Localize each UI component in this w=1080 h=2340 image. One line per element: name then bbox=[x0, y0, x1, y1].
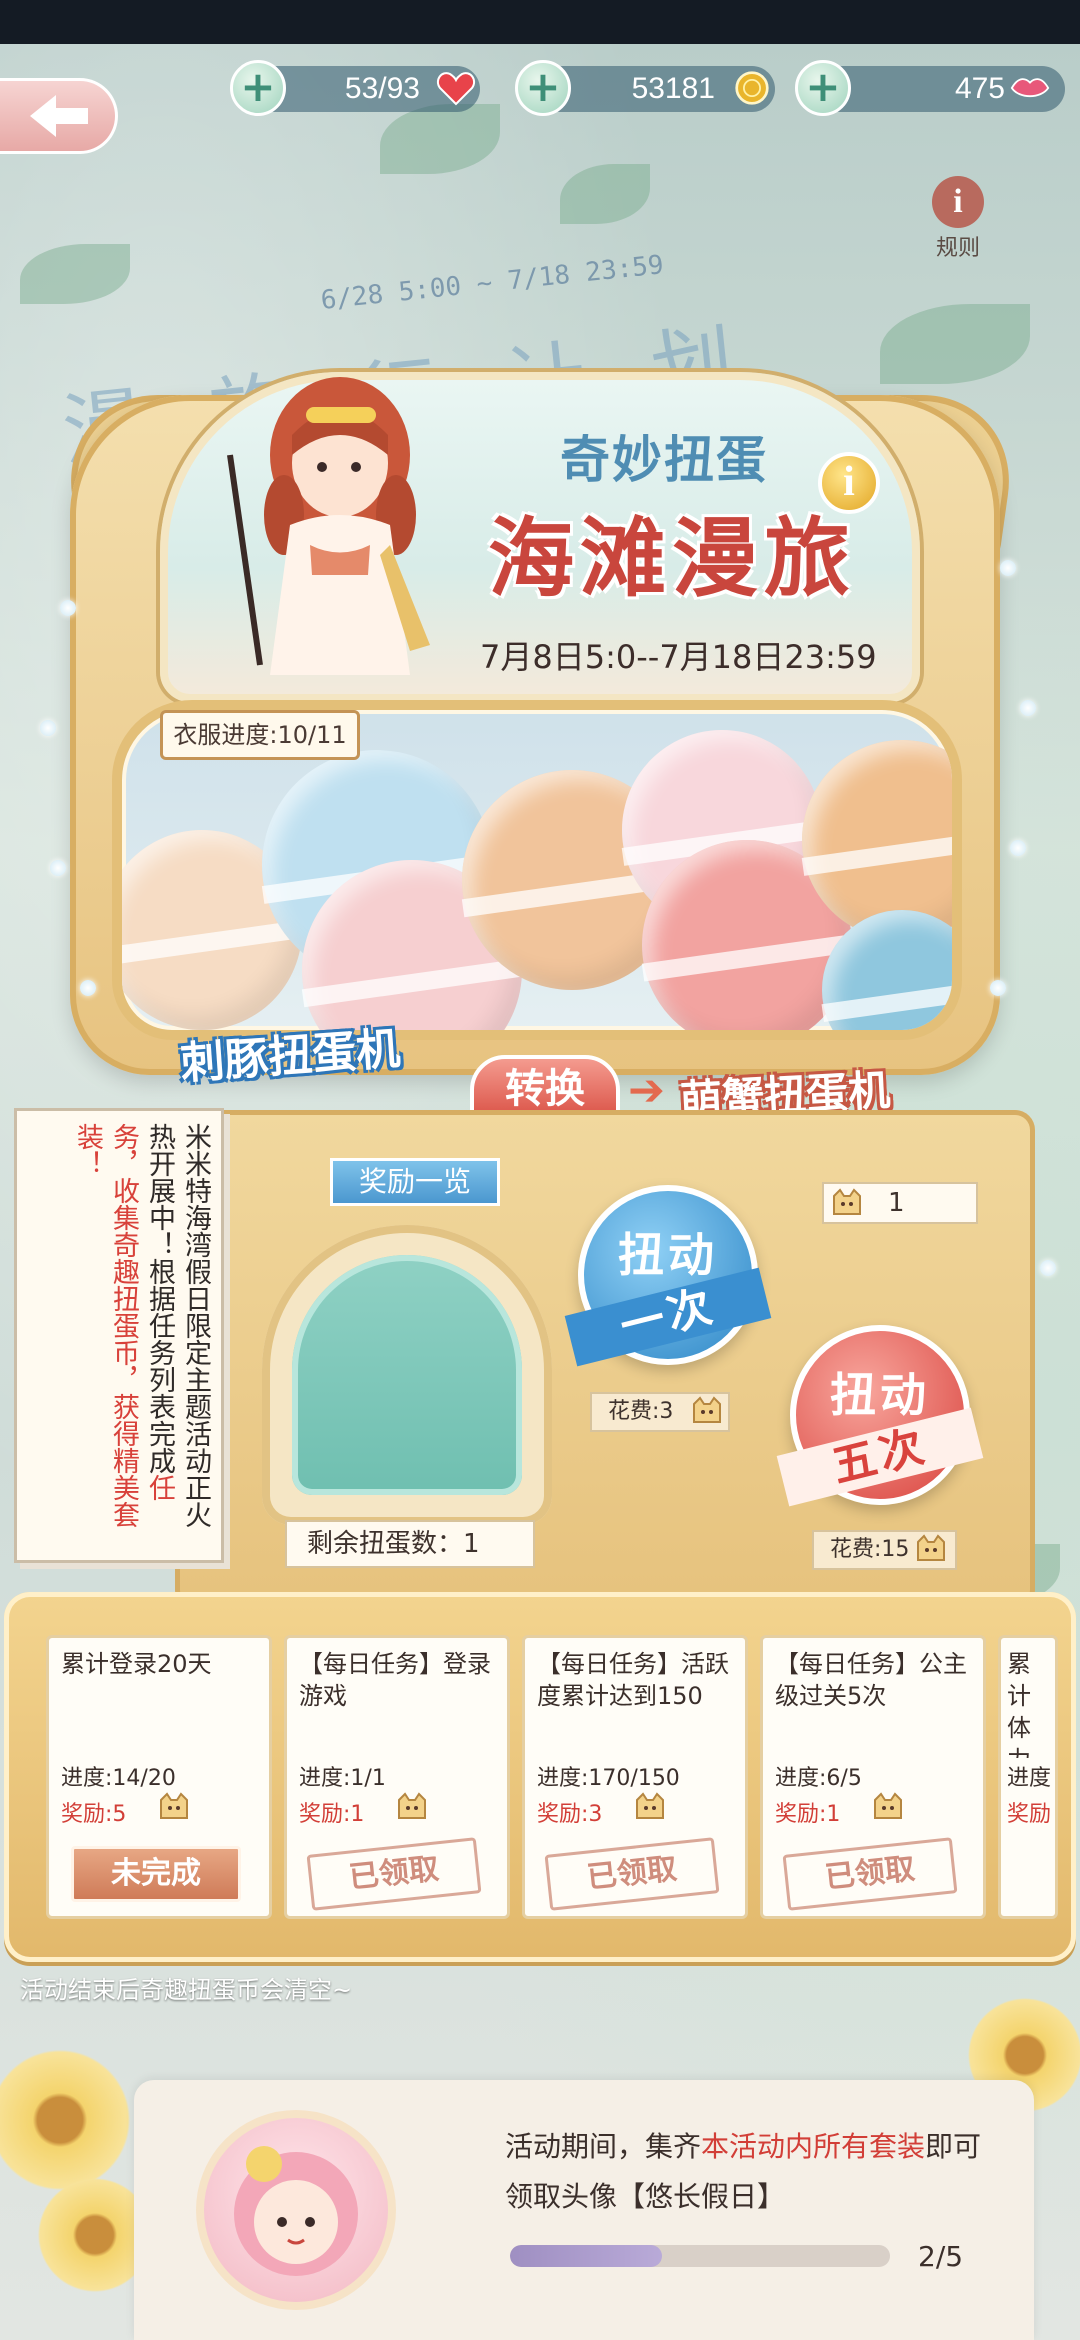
collection-text-before: 活动期间，集齐 bbox=[505, 2130, 702, 2163]
resource-bar: 53/93 + 53181 + 475 + bbox=[230, 60, 1070, 116]
task-reward: 奖励 bbox=[1007, 1802, 1052, 1827]
task-reward-text: 奖励:3 bbox=[537, 1802, 603, 1827]
gacha-coin-icon bbox=[917, 1534, 945, 1561]
task-reward-text: 奖励:1 bbox=[299, 1802, 365, 1827]
task-title: 【每日任务】公主级过关5次 bbox=[775, 1650, 967, 1710]
light-dot bbox=[990, 980, 1006, 996]
collection-progress-count: 2/5 bbox=[918, 2240, 964, 2273]
capsule-output-window bbox=[292, 1255, 522, 1495]
footer-note: 活动结束后奇趣扭蛋币会清空~ bbox=[20, 1976, 353, 2004]
task-card: 【每日任务】公主级过关5次 进度:6/5 奖励:1 已领取 bbox=[760, 1635, 986, 1919]
task-title: 累计体力 bbox=[1007, 1650, 1031, 1758]
spin-five-cost-text: 花费:15 bbox=[830, 1537, 910, 1562]
task-status-button[interactable]: 未完成 bbox=[71, 1846, 241, 1902]
outfit-progress-tag: 衣服进度:10/11 bbox=[160, 710, 360, 760]
collection-text-after: 即可 bbox=[925, 2130, 982, 2163]
light-dot bbox=[1010, 840, 1026, 856]
spin-once-button[interactable]: 扭动 一次 bbox=[564, 1185, 772, 1367]
task-claimed-stamp: 已领取 bbox=[544, 1837, 720, 1911]
light-dot bbox=[80, 980, 96, 996]
remaining-capsules: 剩余扭蛋数：1 bbox=[285, 1520, 535, 1568]
gacha-coin-value: 1 bbox=[888, 1188, 905, 1218]
character-illustration bbox=[227, 377, 430, 675]
add-diamond-button[interactable]: + bbox=[795, 60, 851, 116]
task-reward: 奖励:5 bbox=[61, 1792, 257, 1828]
event-title: 海滩漫旅 bbox=[488, 509, 856, 609]
gold-coin-icon bbox=[735, 71, 769, 105]
system-status-bar bbox=[0, 0, 1080, 44]
gacha-coin-icon bbox=[160, 1792, 188, 1819]
task-reward: 奖励:3 bbox=[537, 1792, 733, 1828]
avatar-reward[interactable] bbox=[196, 2110, 396, 2310]
task-reward-text: 奖励:5 bbox=[61, 1802, 127, 1827]
bg-leaf bbox=[20, 244, 130, 304]
task-title: 累计登录20天 bbox=[61, 1650, 212, 1678]
task-reward-text: 奖励:1 bbox=[775, 1802, 841, 1827]
task-progress: 进度:6/5 bbox=[775, 1766, 862, 1791]
light-dot bbox=[60, 600, 76, 616]
light-dot bbox=[50, 860, 66, 876]
task-card: 累计登录20天 进度:14/20 奖励:5 未完成 bbox=[46, 1635, 272, 1919]
reward-list-button[interactable]: 奖励一览 bbox=[330, 1158, 500, 1206]
task-card-partial: 累计体力 进度 奖励 bbox=[998, 1635, 1058, 1919]
spin-five-button[interactable]: 扭动 五次 bbox=[776, 1325, 984, 1507]
gold-value: 53181 bbox=[631, 72, 715, 105]
gacha-coin-icon bbox=[398, 1792, 426, 1819]
capsule-output-slot bbox=[262, 1225, 552, 1525]
task-title: 【每日任务】登录游戏 bbox=[299, 1650, 491, 1710]
event-date-range: 7月8日5:0--7月18日23:59 bbox=[480, 638, 877, 676]
collection-progress-bar bbox=[510, 2245, 890, 2267]
task-card: 【每日任务】活跃度累计达到150 进度:170/150 奖励:3 已领取 bbox=[522, 1635, 748, 1919]
diamond-value: 475 bbox=[954, 72, 1005, 105]
task-claimed-stamp: 已领取 bbox=[782, 1837, 958, 1911]
collection-progress-fill bbox=[510, 2245, 662, 2267]
event-subtitle: 奇妙扭蛋 bbox=[560, 431, 768, 489]
task-progress: 进度 bbox=[1007, 1766, 1052, 1791]
light-dot bbox=[1040, 1260, 1056, 1276]
task-card: 【每日任务】登录游戏 进度:1/1 奖励:1 已领取 bbox=[284, 1635, 510, 1919]
light-dot bbox=[1020, 700, 1036, 716]
task-progress: 进度:170/150 bbox=[537, 1766, 680, 1791]
info-icon: i bbox=[932, 176, 984, 228]
back-button[interactable] bbox=[0, 78, 118, 154]
heart-icon bbox=[436, 72, 476, 106]
add-gold-button[interactable]: + bbox=[515, 60, 571, 116]
bg-leaf bbox=[880, 304, 1030, 384]
task-progress: 进度:14/20 bbox=[61, 1766, 176, 1791]
rules-label: 规则 bbox=[935, 236, 980, 261]
collection-description: 活动期间，集齐本活动内所有套装即可 领取头像【悠长假日】 bbox=[505, 2122, 1005, 2222]
spin-once-cost-text: 花费:3 bbox=[608, 1399, 674, 1424]
notice-text: 米米特海湾假日限定主题活动正火热开展中！根据任务列表完成 bbox=[144, 1123, 211, 1528]
light-dot bbox=[40, 720, 56, 736]
arrow-left-icon bbox=[30, 95, 88, 137]
gacha-coin-icon bbox=[693, 1396, 721, 1423]
task-progress: 进度:1/1 bbox=[299, 1766, 386, 1791]
add-stamina-button[interactable]: + bbox=[230, 60, 286, 116]
lips-diamond-icon bbox=[1010, 78, 1050, 98]
task-claimed-stamp: 已领取 bbox=[306, 1837, 482, 1911]
stamina-value: 53/93 bbox=[344, 72, 420, 105]
collection-text-line2: 领取头像【悠长假日】 bbox=[505, 2180, 786, 2213]
gacha-coin-icon bbox=[636, 1792, 664, 1819]
event-notice: 米米特海湾假日限定主题活动正火热开展中！根据任务列表完成任务，收集奇趣扭蛋币，获… bbox=[14, 1108, 224, 1563]
gacha-coin-icon bbox=[833, 1188, 861, 1215]
light-dot bbox=[1000, 560, 1016, 576]
gacha-coin-icon bbox=[874, 1792, 902, 1819]
collection-text-highlight: 本活动内所有套装 bbox=[701, 2130, 926, 2163]
bg-leaf bbox=[560, 164, 650, 224]
task-reward: 奖励:1 bbox=[299, 1792, 495, 1828]
rules-button[interactable]: i 规则 bbox=[928, 176, 988, 266]
task-title: 【每日任务】活跃度累计达到150 bbox=[537, 1650, 729, 1710]
arrow-right-icon: ➔ bbox=[628, 1065, 665, 1116]
chibi-avatar-icon bbox=[234, 2146, 358, 2276]
task-reward: 奖励:1 bbox=[775, 1792, 971, 1828]
